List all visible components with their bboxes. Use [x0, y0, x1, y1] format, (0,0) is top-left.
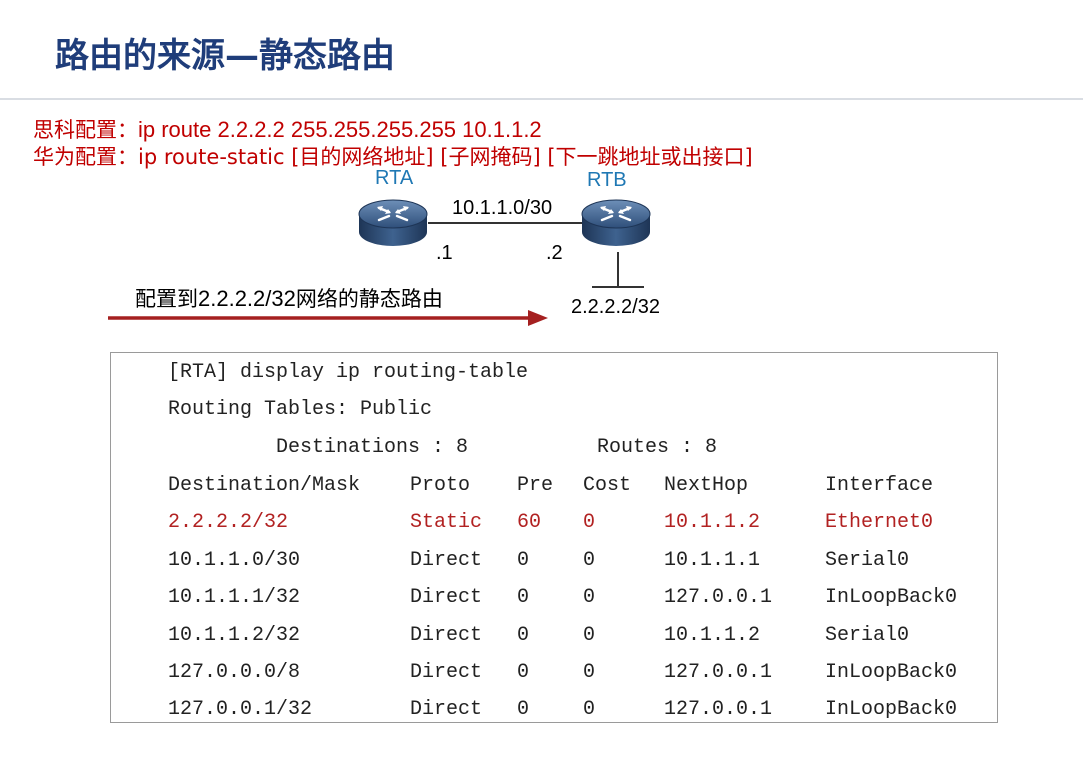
- row-interface: Serial0: [825, 624, 910, 647]
- row-pre: 0: [517, 549, 530, 572]
- rta-interface-label: .1: [436, 242, 453, 264]
- row-proto: Direct: [410, 586, 483, 609]
- row-nexthop: 127.0.0.1: [664, 586, 773, 609]
- row-pre: 0: [517, 586, 530, 609]
- header-proto: Proto: [410, 474, 471, 497]
- row-pre: 0: [517, 661, 530, 684]
- header-cost: Cost: [583, 474, 632, 497]
- header-nexthop: NextHop: [664, 474, 749, 497]
- cisco-config-command: ip route 2.2.2.2 255.255.255.255 10.1.1.…: [138, 117, 542, 142]
- header-pre: Pre: [517, 474, 554, 497]
- route-arrow-icon: [108, 310, 548, 326]
- routes-count: Routes : 8: [597, 436, 718, 459]
- row-nexthop: 10.1.1.2: [664, 624, 761, 647]
- row-nexthop: 10.1.1.1: [664, 549, 761, 572]
- huawei-config-command: ip route-static [目的网络地址] [子网掩码] [下一跳地址或出…: [138, 145, 753, 169]
- row-destination: 10.1.1.1/32: [168, 586, 301, 609]
- rtb-label: RTB: [587, 169, 627, 191]
- cisco-config-prefix: 思科配置：: [33, 118, 138, 142]
- row-destination: 10.1.1.0/30: [168, 549, 301, 572]
- row-pre: 60: [517, 511, 542, 534]
- row-proto: Direct: [410, 624, 483, 647]
- host-stub-base: [592, 286, 644, 288]
- destinations-count: Destinations : 8: [276, 436, 469, 459]
- header-destination: Destination/Mask: [168, 474, 361, 497]
- row-destination: 2.2.2.2/32: [168, 511, 289, 534]
- row-pre: 0: [517, 624, 530, 647]
- host-stub-line: [617, 252, 619, 286]
- row-cost: 0: [583, 624, 596, 647]
- routing-table-terminal: [RTA] display ip routing-table Routing T…: [110, 352, 998, 723]
- link-line: [428, 222, 588, 224]
- row-pre: 0: [517, 698, 530, 721]
- row-destination: 127.0.0.1/32: [168, 698, 313, 721]
- row-proto: Direct: [410, 698, 483, 721]
- row-nexthop: 10.1.1.2: [664, 511, 761, 534]
- row-interface: InLoopBack0: [825, 661, 958, 684]
- row-interface: InLoopBack0: [825, 698, 958, 721]
- rtb-interface-label: .2: [546, 242, 563, 264]
- row-cost: 0: [583, 698, 596, 721]
- cisco-config-line: 思科配置：ip route 2.2.2.2 255.255.255.255 10…: [33, 114, 542, 144]
- row-nexthop: 127.0.0.1: [664, 698, 773, 721]
- title-divider: [0, 98, 1083, 100]
- row-nexthop: 127.0.0.1: [664, 661, 773, 684]
- header-interface: Interface: [825, 474, 934, 497]
- router-rtb-icon: [581, 199, 651, 246]
- page-title: 路由的来源—静态路由: [55, 36, 395, 76]
- row-destination: 10.1.1.2/32: [168, 624, 301, 647]
- link-network-label: 10.1.1.0/30: [452, 197, 553, 219]
- row-interface: Serial0: [825, 549, 910, 572]
- rta-label: RTA: [375, 167, 414, 189]
- row-proto: Static: [410, 511, 483, 534]
- row-destination: 127.0.0.0/8: [168, 661, 301, 684]
- routing-tables-line: Routing Tables: Public: [168, 398, 433, 421]
- row-cost: 0: [583, 549, 596, 572]
- huawei-config-prefix: 华为配置：: [33, 145, 138, 169]
- row-interface: Ethernet0: [825, 511, 934, 534]
- router-rta-icon: [358, 199, 428, 246]
- row-cost: 0: [583, 511, 596, 534]
- row-cost: 0: [583, 586, 596, 609]
- row-interface: InLoopBack0: [825, 586, 958, 609]
- host-network-label: 2.2.2.2/32: [571, 296, 660, 318]
- row-proto: Direct: [410, 549, 483, 572]
- terminal-command: [RTA] display ip routing-table: [168, 361, 529, 384]
- row-proto: Direct: [410, 661, 483, 684]
- row-cost: 0: [583, 661, 596, 684]
